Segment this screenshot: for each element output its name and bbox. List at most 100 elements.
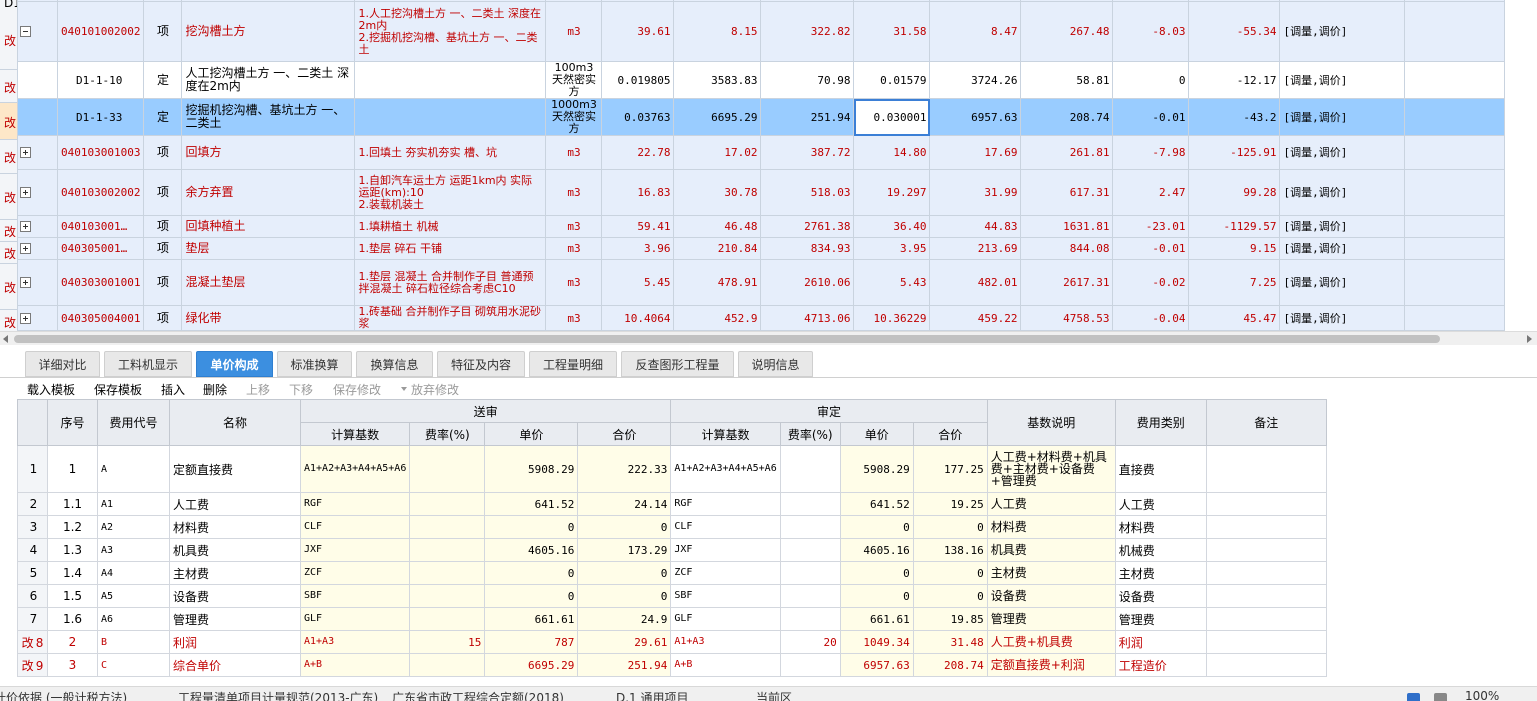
cell-diff-unit-price[interactable]: -0.04 — [1112, 305, 1190, 331]
cell-name[interactable]: 人工费 — [169, 492, 301, 516]
row-number[interactable]: 改9 — [17, 653, 48, 677]
expand-icon[interactable] — [20, 221, 31, 232]
cell-sent-rate[interactable] — [409, 561, 486, 585]
cell-empty[interactable] — [1404, 259, 1506, 306]
scrollbar-thumb[interactable] — [14, 335, 1440, 343]
cell-empty[interactable] — [1404, 169, 1506, 216]
cell-fee-category[interactable]: 材料费 — [1114, 515, 1207, 539]
header-fee-category[interactable]: 费用类别 — [1114, 399, 1207, 446]
cell-approved-quantity[interactable]: 31.58 — [853, 1, 931, 62]
cell-sent-total[interactable]: 24.14 — [577, 492, 672, 516]
cell-approved-unit-price[interactable]: 482.01 — [929, 259, 1022, 306]
cell-diff-total[interactable]: 9.15 — [1188, 237, 1281, 260]
cell-remark[interactable] — [1205, 607, 1327, 631]
cell-sent-unit-price[interactable]: 46.48 — [673, 215, 762, 238]
cell-item-name[interactable]: 人工挖沟槽土方 一、二类土 深度在2m内 — [181, 61, 356, 99]
cell-approved-rate[interactable] — [779, 607, 841, 631]
cell-fee-code[interactable]: A4 — [97, 561, 170, 585]
cell-seq[interactable]: 2 — [47, 630, 98, 654]
table-row[interactable]: 040103001… 项回填种植土 1.填耕植土 机械 m3 59.41 46.48 276… — [17, 215, 1506, 238]
cell-diff-unit-price[interactable]: -0.01 — [1112, 98, 1190, 136]
row-number[interactable]: 2 — [17, 492, 48, 516]
header-sent-calc-base[interactable]: 计算基数 — [299, 422, 411, 446]
cell-remark[interactable] — [1205, 538, 1327, 562]
cell-unit[interactable]: m3 — [545, 305, 603, 331]
cell-fee-category[interactable]: 利润 — [1114, 630, 1207, 654]
cell-unit[interactable]: m3 — [545, 259, 603, 306]
cell-sent-quantity[interactable]: 39.61 — [601, 1, 675, 62]
cell-approved-quantity[interactable]: 5.43 — [853, 259, 931, 306]
cell-sent-quantity[interactable]: 16.83 — [601, 169, 675, 216]
collapse-icon[interactable] — [20, 26, 31, 37]
cell-empty[interactable] — [1404, 98, 1506, 136]
cell-sent-total[interactable]: 24.9 — [577, 607, 672, 631]
cell-sent-unit-price[interactable]: 4605.16 — [484, 538, 579, 562]
expand-icon[interactable] — [20, 187, 31, 198]
cell-unit[interactable]: m3 — [545, 1, 603, 62]
cell-fee-category[interactable]: 工程造价 — [1114, 653, 1207, 677]
cell-sent-rate[interactable] — [409, 653, 486, 677]
cell-fee-code[interactable]: A2 — [97, 515, 170, 539]
tree-toggle-cell[interactable] — [17, 237, 58, 260]
cell-sent-total[interactable]: 834.93 — [760, 237, 855, 260]
cell-diff-total[interactable]: -43.2 — [1188, 98, 1281, 136]
header-sent-unit-price[interactable]: 单价 — [484, 422, 579, 446]
cell-approved-unit-price[interactable]: 3724.26 — [929, 61, 1022, 99]
header-approved-rate[interactable]: 费率(%) — [779, 422, 841, 446]
cell-item-feature[interactable]: 1.垫层 碎石 干铺 — [354, 237, 547, 260]
cell-seq[interactable]: 1.2 — [47, 515, 98, 539]
cell-sent-total[interactable]: 387.72 — [760, 135, 855, 170]
row-number[interactable]: 4 — [17, 538, 48, 562]
cell-adjust-note[interactable]: [调量,调价] — [1279, 169, 1406, 216]
cell-adjust-note[interactable]: [调量,调价] — [1279, 305, 1406, 331]
cell-fee-code[interactable]: A6 — [97, 607, 170, 631]
cell-item-code[interactable]: D1-1-33 — [56, 98, 145, 136]
cell-item-name[interactable]: 回填方 — [181, 135, 356, 170]
cell-name[interactable]: 机具费 — [169, 538, 301, 562]
table-row[interactable]: D1-1-33 定挖掘机挖沟槽、基坑土方 一、二类土 1000m3天然密实方 0.03… — [17, 98, 1506, 136]
cell-remark[interactable] — [1205, 561, 1327, 585]
cell-sent-rate[interactable] — [409, 515, 486, 539]
cell-diff-unit-price[interactable]: 0 — [1112, 61, 1190, 99]
cell-approved-total[interactable]: 19.25 — [912, 492, 988, 516]
cell-sent-calc-base[interactable]: ZCF — [299, 561, 411, 585]
cell-sent-unit-price[interactable]: 0 — [484, 584, 579, 608]
cell-approved-calc-base[interactable]: JXF — [670, 538, 781, 562]
cell-seq[interactable]: 1.1 — [47, 492, 98, 516]
tree-toggle-cell[interactable] — [17, 1, 58, 62]
cell-approved-unit-price[interactable]: 641.52 — [839, 492, 914, 516]
composition-row[interactable]: 6 1.5 A5 设备费 SBF 0 0 SBF 0 0 设备费 设备费 — [17, 584, 1327, 608]
tree-toggle-cell[interactable] — [17, 135, 58, 170]
cell-sent-unit-price[interactable]: 8.15 — [673, 1, 762, 62]
cell-empty[interactable] — [1404, 237, 1506, 260]
cell-approved-total[interactable]: 177.25 — [912, 445, 988, 493]
composition-row[interactable]: 7 1.6 A6 管理费 GLF 661.61 24.9 GLF 661.61 19.85 管理费管… — [17, 607, 1327, 631]
cell-approved-unit-price[interactable]: 17.69 — [929, 135, 1022, 170]
cell-approved-unit-price[interactable]: 1049.34 — [839, 630, 914, 654]
cell-diff-total[interactable]: 99.28 — [1188, 169, 1281, 216]
cell-approved-rate[interactable] — [779, 653, 841, 677]
cell-fee-category[interactable]: 机械费 — [1114, 538, 1207, 562]
table-row[interactable]: 040305001… 项垫层 1.垫层 碎石 干铺 m3 3.96 210.84 834.9… — [17, 237, 1506, 260]
cell-fee-category[interactable]: 人工费 — [1114, 492, 1207, 516]
composition-row[interactable]: 3 1.2 A2 材料费 CLF 0 0 CLF 0 0 材料费 材料费 — [17, 515, 1327, 539]
save-edit-button[interactable]: 保存修改 — [333, 381, 381, 398]
zoom-level[interactable]: 100% — [1465, 689, 1499, 701]
cell-item-code[interactable]: D1-1-10 — [56, 61, 145, 99]
cell-item-type[interactable]: 项 — [143, 1, 183, 62]
cell-unit[interactable]: m3 — [545, 237, 603, 260]
cell-approved-calc-base[interactable]: SBF — [670, 584, 781, 608]
cell-sent-unit-price[interactable]: 3583.83 — [673, 61, 762, 99]
cell-adjust-note[interactable]: [调量,调价] — [1279, 61, 1406, 99]
cell-sent-calc-base[interactable]: A+B — [299, 653, 411, 677]
cell-approved-rate[interactable] — [779, 445, 841, 493]
cell-sent-total[interactable]: 251.94 — [577, 653, 672, 677]
cell-seq[interactable]: 1 — [47, 445, 98, 493]
tree-toggle-cell[interactable] — [17, 98, 58, 136]
cell-sent-calc-base[interactable]: GLF — [299, 607, 411, 631]
cell-approved-unit-price[interactable]: 8.47 — [929, 1, 1022, 62]
tree-toggle-cell[interactable] — [17, 305, 58, 331]
header-approved-calc-base[interactable]: 计算基数 — [670, 422, 781, 446]
cell-base-description[interactable]: 定额直接费+利润 — [986, 653, 1116, 677]
cell-approved-unit-price[interactable]: 0 — [839, 561, 914, 585]
